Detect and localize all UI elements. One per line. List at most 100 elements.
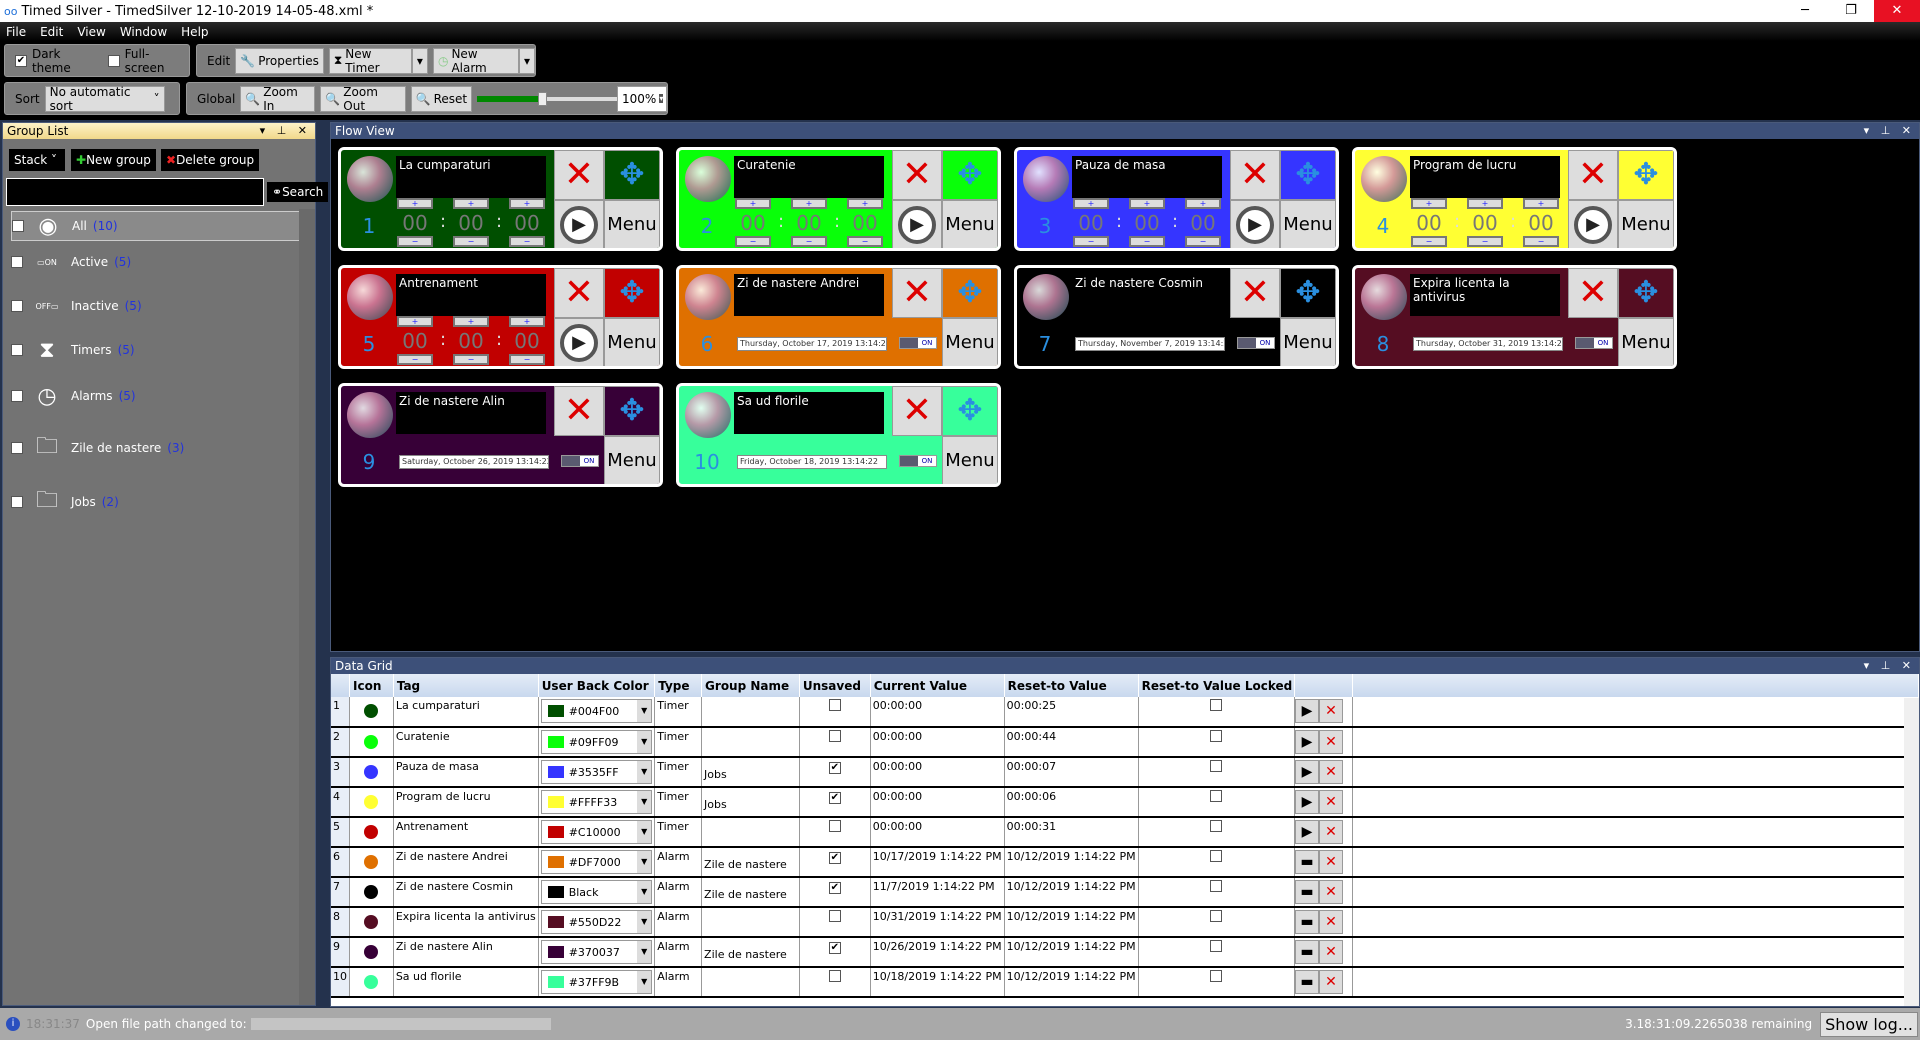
increment-button[interactable]: + xyxy=(1129,198,1165,209)
current-value-cell[interactable]: 11/7/2019 1:14:22 PM xyxy=(870,877,1005,908)
move-icon[interactable]: ✥ xyxy=(604,268,660,318)
menu-window[interactable]: Window xyxy=(120,25,167,39)
move-icon[interactable]: ✥ xyxy=(1280,150,1336,200)
locked-checkbox[interactable] xyxy=(1210,790,1223,802)
group-item[interactable]: 🗀 Jobs (2) xyxy=(11,487,307,517)
color-cell[interactable]: #FFFF33 ▼ xyxy=(538,787,656,818)
increment-button[interactable]: + xyxy=(509,316,545,327)
tag-cell[interactable]: Zi de nastere Alin xyxy=(393,937,539,968)
chevron-down-icon[interactable]: ▼ xyxy=(637,851,652,873)
locked-checkbox[interactable] xyxy=(1210,940,1223,952)
color-select[interactable]: #DF7000 ▼ xyxy=(540,850,653,874)
move-icon[interactable]: ✥ xyxy=(604,150,660,200)
play-button[interactable]: ▶ xyxy=(1294,760,1319,784)
delete-button[interactable]: ✕ xyxy=(1318,790,1343,814)
decrement-button[interactable]: − xyxy=(397,354,433,365)
move-icon[interactable]: ✥ xyxy=(1280,268,1336,318)
table-row[interactable]: 5 Antrenament #C10000 ▼ Timer 00:00:00 00:00:3… xyxy=(331,817,1919,848)
increment-button[interactable]: + xyxy=(453,198,489,209)
col-tag[interactable]: Tag xyxy=(393,674,539,697)
flow-card[interactable]: Sa ud florile 10 Friday, October 18, 2019 … xyxy=(676,383,1001,487)
stack-dropdown[interactable]: Stack ˅ xyxy=(9,149,65,171)
table-row[interactable]: 7 Zi de nastere Cosmin Black ▼ Alarm Zile de … xyxy=(331,877,1919,908)
unsaved-checkbox[interactable]: ✔ xyxy=(828,762,841,774)
unsaved-checkbox[interactable] xyxy=(828,699,841,711)
sort-select[interactable]: No automatic sort ˅ xyxy=(44,85,165,113)
delete-button[interactable]: ✕ xyxy=(1318,910,1343,934)
play-button[interactable]: ▶ xyxy=(1294,790,1319,814)
decrement-button[interactable]: − xyxy=(1523,236,1559,247)
unsaved-checkbox[interactable]: ✔ xyxy=(828,792,841,804)
alarm-toggle[interactable]: ON xyxy=(899,455,937,467)
increment-button[interactable]: + xyxy=(453,316,489,327)
locked-checkbox[interactable] xyxy=(1210,699,1223,711)
card-title[interactable]: Curatenie xyxy=(734,156,884,198)
alarm-toggle[interactable]: ON xyxy=(561,455,599,467)
chevron-down-icon[interactable]: ▼ xyxy=(637,941,652,963)
chevron-down-icon[interactable]: ▼ xyxy=(637,971,652,993)
locked-checkbox[interactable] xyxy=(1210,850,1223,862)
menu-button[interactable]: Menu xyxy=(1618,318,1674,366)
color-select[interactable]: #09FF09 ▼ xyxy=(540,730,653,754)
current-value-cell[interactable]: 00:00:00 xyxy=(870,817,1005,848)
table-row[interactable]: 6 Zi de nastere Andrei #DF7000 ▼ Alarm Zile d… xyxy=(331,847,1919,878)
increment-button[interactable]: + xyxy=(1185,198,1221,209)
toggle-button[interactable]: ▬ xyxy=(1294,940,1319,964)
color-select[interactable]: #FFFF33 ▼ xyxy=(540,790,653,814)
dark-theme-label[interactable]: Dark theme xyxy=(32,47,103,75)
new-alarm-button[interactable]: ◷ New Alarm xyxy=(432,47,519,75)
color-select[interactable]: #550D22 ▼ xyxy=(540,910,653,934)
card-title[interactable]: La cumparaturi xyxy=(396,156,546,198)
delete-button[interactable]: ✕ xyxy=(892,150,942,200)
alarm-date-picker[interactable]: Friday, October 18, 2019 13:14:22 xyxy=(737,455,887,469)
chevron-down-icon[interactable]: ▼ xyxy=(637,881,652,903)
locked-checkbox[interactable] xyxy=(1210,880,1223,892)
decrement-button[interactable]: − xyxy=(1073,236,1109,247)
group-checkbox[interactable]: ✔ xyxy=(12,220,24,232)
properties-button[interactable]: 🔧 Properties xyxy=(235,47,324,74)
unsaved-checkbox[interactable] xyxy=(828,910,841,922)
zoom-value-combo[interactable]: 100% ▾ xyxy=(617,85,668,112)
increment-button[interactable]: + xyxy=(847,198,883,209)
timer-digits[interactable]: 00 xyxy=(1411,211,1447,235)
timer-digits[interactable]: 00 xyxy=(509,329,545,353)
decrement-button[interactable]: − xyxy=(847,236,883,247)
move-icon[interactable]: ✥ xyxy=(942,268,998,318)
play-button[interactable]: ▶ xyxy=(1568,200,1618,248)
current-value-cell[interactable]: 00:00:00 xyxy=(870,787,1005,818)
timer-digits[interactable]: 00 xyxy=(397,211,433,235)
delete-button[interactable]: ✕ xyxy=(554,386,604,436)
col-reset-to-value[interactable]: Reset-to Value xyxy=(1004,674,1139,697)
col-unsaved[interactable]: Unsaved xyxy=(799,674,871,697)
reset-value-cell[interactable]: 00:00:07 xyxy=(1004,757,1139,788)
flow-card[interactable]: Curatenie 2 +00−: +00−: +00− ▶ ✕ ✥ Menu xyxy=(676,147,1001,251)
increment-button[interactable]: + xyxy=(1523,198,1559,209)
decrement-button[interactable]: − xyxy=(453,236,489,247)
delete-button[interactable]: ✕ xyxy=(1318,730,1343,754)
timer-digits[interactable]: 00 xyxy=(735,211,771,235)
menu-button[interactable]: Menu xyxy=(1280,318,1336,366)
menu-button[interactable]: Menu xyxy=(1280,200,1336,248)
reset-value-cell[interactable]: 00:00:06 xyxy=(1004,787,1139,818)
locked-checkbox[interactable] xyxy=(1210,970,1223,982)
timer-digits[interactable]: 00 xyxy=(397,329,433,353)
flow-card[interactable]: La cumparaturi 1 +00−: +00−: +00− ▶ ✕ ✥ Menu xyxy=(338,147,663,251)
zoom-in-button[interactable]: 🔍 Zoom In xyxy=(240,85,316,113)
timer-digits[interactable]: 00 xyxy=(847,211,883,235)
move-icon[interactable]: ✥ xyxy=(942,150,998,200)
chevron-down-icon[interactable]: ▼ xyxy=(637,791,652,813)
card-title[interactable]: Sa ud florile xyxy=(734,392,884,434)
tag-cell[interactable]: Expira licenta la antivirus xyxy=(393,907,539,938)
timer-digits[interactable]: 00 xyxy=(453,211,489,235)
toggle-button[interactable]: ▬ xyxy=(1294,970,1319,994)
color-select[interactable]: #004F00 ▼ xyxy=(540,699,653,723)
increment-button[interactable]: + xyxy=(1411,198,1447,209)
group-checkbox[interactable] xyxy=(11,300,23,312)
card-title[interactable]: Zi de nastere Andrei xyxy=(734,274,884,316)
decrement-button[interactable]: − xyxy=(735,236,771,247)
delete-button[interactable]: ✕ xyxy=(1318,820,1343,844)
current-value-cell[interactable]: 00:00:00 xyxy=(870,697,1005,728)
tag-cell[interactable]: Zi de nastere Cosmin xyxy=(393,877,539,908)
menu-button[interactable]: Menu xyxy=(604,200,660,248)
group-item[interactable]: ✔ ◉ All (10) xyxy=(11,211,307,241)
